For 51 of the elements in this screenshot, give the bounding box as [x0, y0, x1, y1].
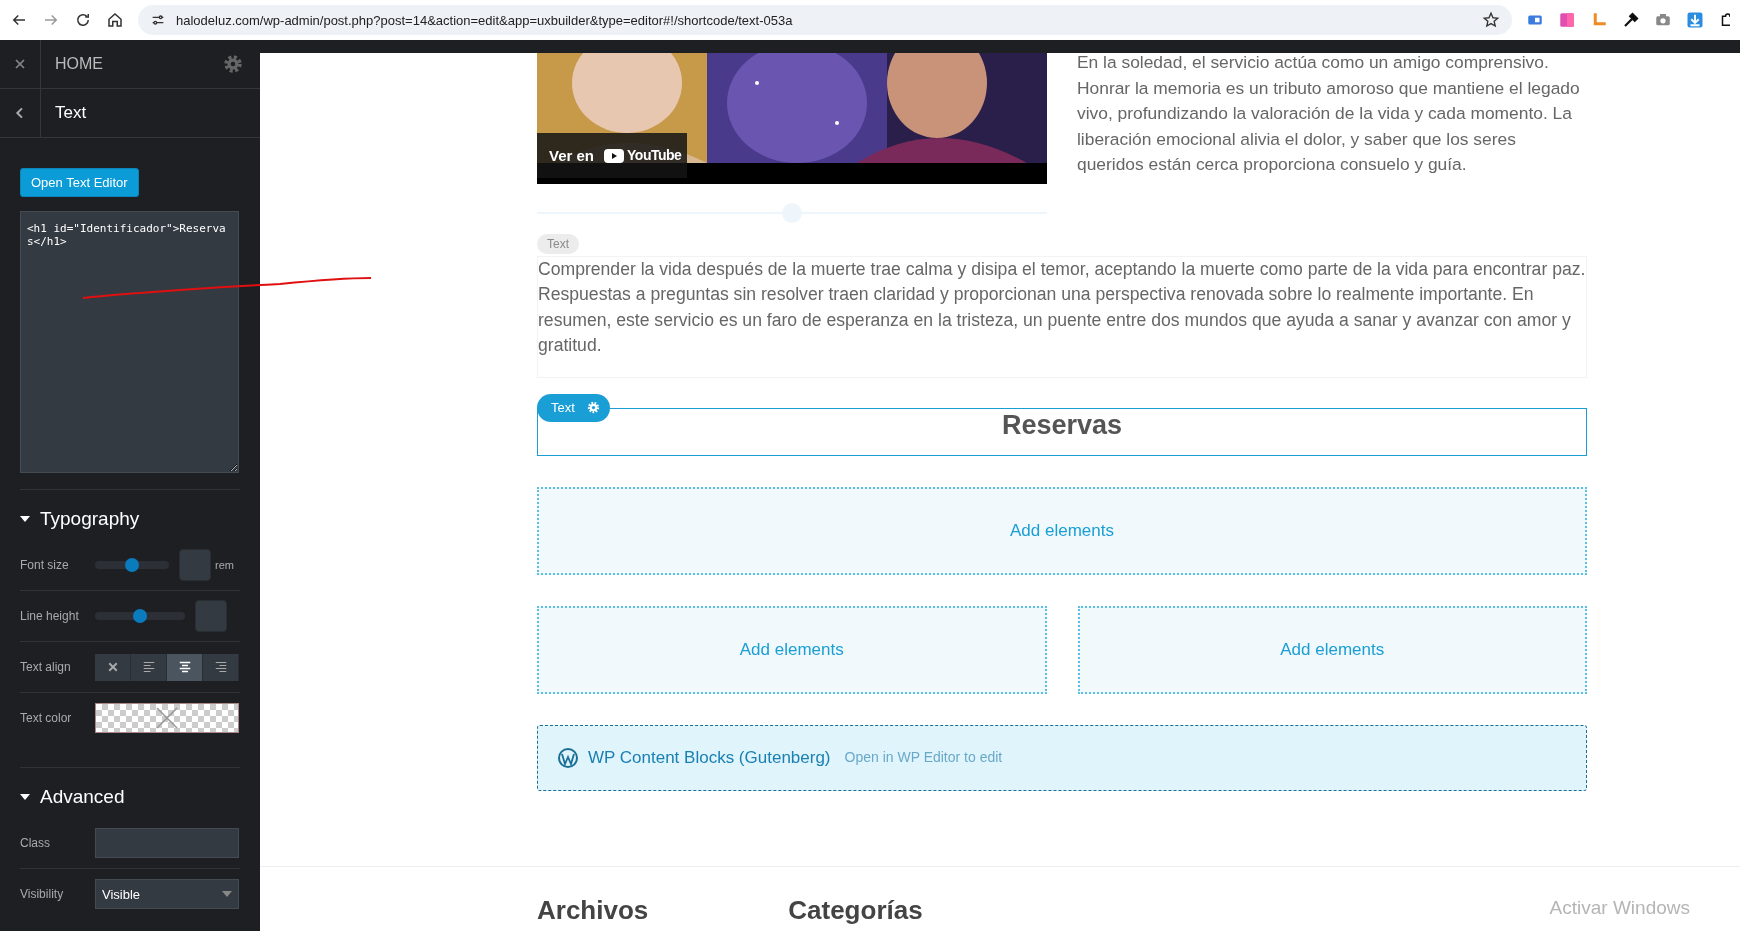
caret-icon[interactable] [20, 792, 30, 802]
field-label: Font size [20, 558, 70, 572]
home-icon[interactable] [106, 11, 124, 29]
align-none-button[interactable] [95, 653, 131, 681]
number-field[interactable] [179, 549, 211, 581]
no-color-icon [155, 706, 179, 730]
slider-track[interactable] [95, 612, 185, 620]
section-heading[interactable]: Advanced [40, 786, 125, 808]
wp-content-block[interactable]: WP Content Blocks (Gutenberg) Open in WP Editor to edit [537, 724, 1587, 791]
settings-icon[interactable] [222, 53, 244, 75]
slider-thumb[interactable] [125, 558, 139, 572]
block-hint: Open in WP Editor to edit [844, 747, 1003, 767]
download-icon[interactable] [1686, 11, 1704, 29]
slider-track[interactable] [95, 561, 169, 569]
play-icon [604, 148, 625, 163]
color-swatch[interactable] [95, 703, 239, 733]
address-bar[interactable]: halodeluz.com/wp-admin/post.php?post=14&action=edit&app=uxbuilder&type=editor#!/shortcode/text-053a [138, 5, 1512, 35]
field-label: Text align [20, 660, 72, 674]
site-info-icon[interactable] [150, 12, 166, 28]
unit-label: rem [215, 559, 234, 571]
class-field[interactable] [95, 828, 239, 858]
footer-heading: Archivos [537, 895, 649, 926]
settings-icon [586, 401, 600, 414]
field-label: Visibility [20, 887, 65, 901]
activation-notice: Activar Windows [1549, 897, 1690, 919]
body-text: Comprender la vida después de la muerte trae calma y disipa el temor, aceptando la muerte como parte de la vida para encontrar paz. Respuestas a preguntas sin resolver traen claridad y proporcionan una perspectiva renovada sobre lo realmente importante. En resumen, este servicio es un faro de esperanza en la tristeza, un puente entre dos mundos que ayuda a sanar y avanzar con amor y gratitud. [538, 257, 1586, 357]
element-tag: Text [537, 234, 579, 254]
field-label: Text color [20, 711, 73, 725]
caret-icon[interactable] [20, 514, 30, 524]
align-left-button[interactable] [131, 653, 167, 681]
star-icon[interactable] [1482, 11, 1500, 29]
reload-icon[interactable] [74, 11, 92, 29]
number-field[interactable] [195, 600, 227, 632]
watch-on-youtube-button[interactable]: Ver en YouTube [537, 133, 687, 178]
field-label: Class [20, 836, 51, 850]
align-right-button[interactable] [203, 653, 239, 681]
block-title: WP Content Blocks (Gutenberg) [588, 746, 831, 769]
align-center-button[interactable] [167, 653, 203, 681]
slider-thumb[interactable] [133, 609, 147, 623]
sidebar-title: HOME [55, 55, 104, 73]
gradient-square-icon[interactable] [1558, 11, 1576, 29]
visibility-dropdown[interactable]: Visible [95, 879, 239, 909]
dropdown-caret-icon [222, 891, 232, 897]
body-text: En la soledad, el servicio actúa como un amigo comprensivo. Honrar la memoria es un tributo amoroso que mantiene el legado vivo, profundizando la valoración de la vida y cada momento. La liberación emocional alivia el dolor, y saber que los seres queridos están cerca proporciona consuelo y guía. [1077, 51, 1581, 176]
code-editor-field[interactable]: <h1 id="Identificador">Reservas</h1> [20, 211, 239, 473]
heading: Reservas [1001, 408, 1123, 442]
footer-heading: Categorías [788, 895, 923, 926]
field-label: Line height [20, 609, 80, 623]
wordpress-icon [558, 747, 578, 768]
panel-title: Text [55, 103, 87, 123]
section-heading[interactable]: Typography [40, 508, 140, 530]
